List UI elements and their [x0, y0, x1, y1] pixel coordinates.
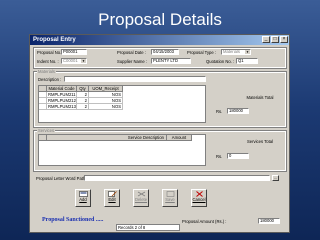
cancel-button-label: Cancel — [192, 197, 206, 202]
materials-total-field[interactable]: 180000 — [227, 108, 249, 114]
proposal-type-value: Materials — [223, 49, 240, 54]
supplier-name-label: Supplier Name : — [117, 59, 148, 64]
window-titlebar[interactable]: Proposal Entry _ □ × — [30, 35, 289, 45]
quotation-no-field[interactable]: Q1 — [236, 58, 258, 64]
services-group-title: Services — [37, 128, 56, 133]
proposal-no-label: Proposal No. : — [37, 50, 64, 55]
slide-title: Proposal Details — [98, 10, 222, 29]
services-total-label: Services Total — [245, 139, 275, 144]
add-button[interactable]: Add — [75, 189, 91, 207]
edit-button[interactable]: Edit — [104, 189, 120, 207]
browse-button[interactable]: ... — [272, 175, 279, 181]
record-status: Records 2 of 8 — [116, 224, 180, 231]
proposal-date-label: Proposal Date : — [117, 50, 146, 55]
proposal-status: Proposal Sanctioned ..... — [42, 217, 104, 223]
delete-button[interactable]: Delete — [133, 189, 149, 207]
column-header-service-description[interactable]: Service Description — [47, 135, 167, 141]
table-row-marker[interactable] — [39, 104, 47, 110]
supplier-name-field[interactable]: PLENTY LTD — [151, 58, 191, 64]
add-button-label: Add — [79, 197, 87, 202]
save-button-label: Save — [165, 197, 175, 202]
indent-no-field[interactable]: C00001 ▼ — [61, 58, 87, 64]
proposal-date-field[interactable]: 04/15/2003 — [151, 49, 179, 55]
grid-row-header — [39, 135, 47, 141]
services-grid[interactable]: Service Description Amount — [38, 134, 206, 166]
materials-total-label: Materials Total — [245, 95, 275, 100]
materials-total-text: Materials Total — [246, 95, 274, 100]
services-rs-label: Rs. — [216, 154, 223, 159]
chevron-down-icon[interactable]: ▼ — [245, 50, 250, 54]
save-button[interactable]: Save — [162, 189, 178, 207]
materials-grid[interactable]: Material Code Qty UOM_Receipt RMPLPUM211… — [38, 85, 206, 123]
description-field[interactable] — [64, 76, 206, 82]
services-total-text: Services Total — [247, 139, 273, 144]
letter-path-label: Proposal Letter Word Path : — [36, 176, 88, 181]
window-title: Proposal Entry — [33, 37, 76, 43]
table-cell[interactable]: NOS — [89, 104, 123, 110]
delete-button-label: Delete — [134, 197, 148, 202]
close-button[interactable]: × — [280, 36, 288, 43]
table-cell[interactable]: RMPLPUM213 — [47, 104, 77, 110]
proposal-amount-field[interactable]: 180000 — [258, 218, 280, 224]
indent-no-value: C00001 — [63, 58, 78, 63]
indent-no-label: Indent No. : — [37, 59, 59, 64]
letter-path-field[interactable] — [84, 175, 270, 181]
description-label: Description : — [38, 77, 62, 82]
proposal-no-field[interactable]: P00001 — [61, 49, 87, 55]
chevron-down-icon[interactable]: ▼ — [81, 59, 86, 63]
proposal-type-field[interactable]: Materials ▼ — [221, 49, 251, 55]
materials-group-title: Materials — [37, 69, 56, 74]
services-total-field[interactable]: 0 — [227, 153, 249, 159]
quotation-no-label: Quotation No. : — [206, 59, 235, 64]
maximize-button[interactable]: □ — [271, 36, 279, 43]
edit-button-label: Edit — [108, 197, 116, 202]
proposal-type-label: Proposal Type : — [187, 50, 217, 55]
minimize-button[interactable]: _ — [262, 36, 270, 43]
proposal-amount-label: Proposal Amount (Rs.) : — [182, 219, 227, 224]
materials-rs-label: Rs. — [216, 109, 223, 114]
proposal-entry-window: Proposal Entry _ □ × Proposal No. : P000… — [29, 34, 290, 233]
cancel-button[interactable]: Cancel — [191, 189, 207, 207]
column-header-amount[interactable]: Amount — [167, 135, 192, 141]
table-cell[interactable]: 2 — [77, 104, 89, 110]
